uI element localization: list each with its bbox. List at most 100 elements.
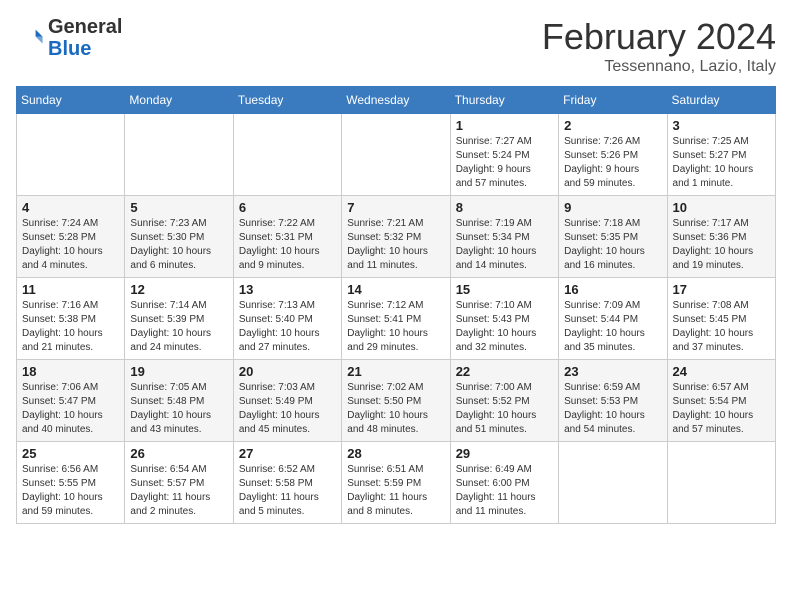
calendar-cell: 10 Sunrise: 7:17 AM Sunset: 5:36 PM Dayli… <box>667 196 775 278</box>
calendar-cell: 20Sunrise: 7:03 AM Sunset: 5:49 PM Dayli… <box>233 360 341 442</box>
title-block: February 2024 Tessennano, Lazio, Italy <box>542 16 776 76</box>
weekday-header-row: SundayMondayTuesdayWednesdayThursdayFrid… <box>17 87 776 114</box>
day-info: Sunrise: 7:27 AM Sunset: 5:24 PM Dayligh… <box>456 135 553 191</box>
calendar-cell: 2 Sunrise: 7:26 AM Sunset: 5:26 PM Daylig… <box>559 114 667 196</box>
day-info: Sunrise: 6:54 AM Sunset: 5:57 PM Dayligh… <box>130 463 227 519</box>
weekday-header: Thursday <box>450 87 558 114</box>
day-info: Sunrise: 7:10 AM Sunset: 5:43 PM Dayligh… <box>456 299 553 355</box>
day-number: 11 <box>22 282 119 297</box>
day-info: Sunrise: 7:18 AM Sunset: 5:35 PM Dayligh… <box>564 217 661 273</box>
day-number: 8 <box>456 200 553 215</box>
day-info: Sunrise: 7:05 AM Sunset: 5:48 PM Dayligh… <box>130 381 227 437</box>
weekday-header: Sunday <box>17 87 125 114</box>
day-info: Sunrise: 7:14 AM Sunset: 5:39 PM Dayligh… <box>130 299 227 355</box>
day-info: Sunrise: 7:25 AM Sunset: 5:27 PM Dayligh… <box>673 135 770 191</box>
day-info: Sunrise: 7:09 AM Sunset: 5:44 PM Dayligh… <box>564 299 661 355</box>
day-number: 19 <box>130 364 227 379</box>
weekday-header: Saturday <box>667 87 775 114</box>
day-number: 2 <box>564 118 661 133</box>
calendar-cell: 16 Sunrise: 7:09 AM Sunset: 5:44 PM Dayli… <box>559 278 667 360</box>
calendar-cell: 28Sunrise: 6:51 AM Sunset: 5:59 PM Dayli… <box>342 442 450 524</box>
calendar-cell: 21 Sunrise: 7:02 AM Sunset: 5:50 PM Dayli… <box>342 360 450 442</box>
month-title: February 2024 <box>542 16 776 58</box>
day-info: Sunrise: 7:08 AM Sunset: 5:45 PM Dayligh… <box>673 299 770 355</box>
logo-blue: Blue <box>48 38 91 60</box>
calendar-cell: 19 Sunrise: 7:05 AM Sunset: 5:48 PM Dayli… <box>125 360 233 442</box>
calendar-cell: 22Sunrise: 7:00 AM Sunset: 5:52 PM Dayli… <box>450 360 558 442</box>
day-info: Sunrise: 7:21 AM Sunset: 5:32 PM Dayligh… <box>347 217 444 273</box>
logo-icon <box>16 24 44 52</box>
day-number: 9 <box>564 200 661 215</box>
calendar-cell <box>667 442 775 524</box>
day-info: Sunrise: 6:52 AM Sunset: 5:58 PM Dayligh… <box>239 463 336 519</box>
day-number: 28 <box>347 446 444 461</box>
calendar-cell <box>342 114 450 196</box>
day-number: 20 <box>239 364 336 379</box>
day-info: Sunrise: 7:06 AM Sunset: 5:47 PM Dayligh… <box>22 381 119 437</box>
day-number: 7 <box>347 200 444 215</box>
calendar-cell: 25 Sunrise: 6:56 AM Sunset: 5:55 PM Dayli… <box>17 442 125 524</box>
day-info: Sunrise: 7:24 AM Sunset: 5:28 PM Dayligh… <box>22 217 119 273</box>
calendar-cell: 15 Sunrise: 7:10 AM Sunset: 5:43 PM Dayli… <box>450 278 558 360</box>
day-info: Sunrise: 6:49 AM Sunset: 6:00 PM Dayligh… <box>456 463 553 519</box>
day-number: 15 <box>456 282 553 297</box>
calendar-week-row: 1 Sunrise: 7:27 AM Sunset: 5:24 PM Daylig… <box>17 114 776 196</box>
calendar-table: SundayMondayTuesdayWednesdayThursdayFrid… <box>16 86 776 524</box>
calendar-cell: 8 Sunrise: 7:19 AM Sunset: 5:34 PM Daylig… <box>450 196 558 278</box>
weekday-header: Wednesday <box>342 87 450 114</box>
day-number: 22 <box>456 364 553 379</box>
calendar-cell <box>233 114 341 196</box>
day-number: 26 <box>130 446 227 461</box>
day-number: 29 <box>456 446 553 461</box>
calendar-week-row: 4 Sunrise: 7:24 AM Sunset: 5:28 PM Daylig… <box>17 196 776 278</box>
calendar-cell: 26 Sunrise: 6:54 AM Sunset: 5:57 PM Dayli… <box>125 442 233 524</box>
calendar-cell: 7 Sunrise: 7:21 AM Sunset: 5:32 PM Daylig… <box>342 196 450 278</box>
day-number: 25 <box>22 446 119 461</box>
day-info: Sunrise: 7:19 AM Sunset: 5:34 PM Dayligh… <box>456 217 553 273</box>
day-info: Sunrise: 7:17 AM Sunset: 5:36 PM Dayligh… <box>673 217 770 273</box>
day-number: 21 <box>347 364 444 379</box>
calendar-cell: 9 Sunrise: 7:18 AM Sunset: 5:35 PM Daylig… <box>559 196 667 278</box>
calendar-cell <box>559 442 667 524</box>
calendar-cell: 18 Sunrise: 7:06 AM Sunset: 5:47 PM Dayli… <box>17 360 125 442</box>
weekday-header: Friday <box>559 87 667 114</box>
day-number: 5 <box>130 200 227 215</box>
calendar-week-row: 11 Sunrise: 7:16 AM Sunset: 5:38 PM Dayli… <box>17 278 776 360</box>
day-info: Sunrise: 7:23 AM Sunset: 5:30 PM Dayligh… <box>130 217 227 273</box>
weekday-header: Tuesday <box>233 87 341 114</box>
day-number: 24 <box>673 364 770 379</box>
day-info: Sunrise: 7:13 AM Sunset: 5:40 PM Dayligh… <box>239 299 336 355</box>
day-number: 23 <box>564 364 661 379</box>
calendar-cell: 14Sunrise: 7:12 AM Sunset: 5:41 PM Dayli… <box>342 278 450 360</box>
day-number: 27 <box>239 446 336 461</box>
day-number: 1 <box>456 118 553 133</box>
calendar-cell: 13 Sunrise: 7:13 AM Sunset: 5:40 PM Dayli… <box>233 278 341 360</box>
location: Tessennano, Lazio, Italy <box>542 58 776 76</box>
day-number: 10 <box>673 200 770 215</box>
day-number: 12 <box>130 282 227 297</box>
calendar-cell: 11 Sunrise: 7:16 AM Sunset: 5:38 PM Dayli… <box>17 278 125 360</box>
logo: General Blue <box>16 16 122 60</box>
day-info: Sunrise: 7:02 AM Sunset: 5:50 PM Dayligh… <box>347 381 444 437</box>
calendar-week-row: 18 Sunrise: 7:06 AM Sunset: 5:47 PM Dayli… <box>17 360 776 442</box>
day-number: 3 <box>673 118 770 133</box>
day-number: 13 <box>239 282 336 297</box>
day-number: 17 <box>673 282 770 297</box>
calendar-cell: 4 Sunrise: 7:24 AM Sunset: 5:28 PM Daylig… <box>17 196 125 278</box>
weekday-header: Monday <box>125 87 233 114</box>
day-number: 4 <box>22 200 119 215</box>
day-info: Sunrise: 7:26 AM Sunset: 5:26 PM Dayligh… <box>564 135 661 191</box>
logo-general: General <box>48 16 122 38</box>
day-info: Sunrise: 7:12 AM Sunset: 5:41 PM Dayligh… <box>347 299 444 355</box>
calendar-cell: 24 Sunrise: 6:57 AM Sunset: 5:54 PM Dayli… <box>667 360 775 442</box>
calendar-cell: 12 Sunrise: 7:14 AM Sunset: 5:39 PM Dayli… <box>125 278 233 360</box>
day-info: Sunrise: 6:59 AM Sunset: 5:53 PM Dayligh… <box>564 381 661 437</box>
day-number: 18 <box>22 364 119 379</box>
calendar-cell: 6Sunrise: 7:22 AM Sunset: 5:31 PM Daylig… <box>233 196 341 278</box>
day-info: Sunrise: 6:56 AM Sunset: 5:55 PM Dayligh… <box>22 463 119 519</box>
day-number: 16 <box>564 282 661 297</box>
day-info: Sunrise: 6:57 AM Sunset: 5:54 PM Dayligh… <box>673 381 770 437</box>
calendar-week-row: 25 Sunrise: 6:56 AM Sunset: 5:55 PM Dayli… <box>17 442 776 524</box>
day-info: Sunrise: 7:16 AM Sunset: 5:38 PM Dayligh… <box>22 299 119 355</box>
logo-text: General Blue <box>48 16 122 60</box>
